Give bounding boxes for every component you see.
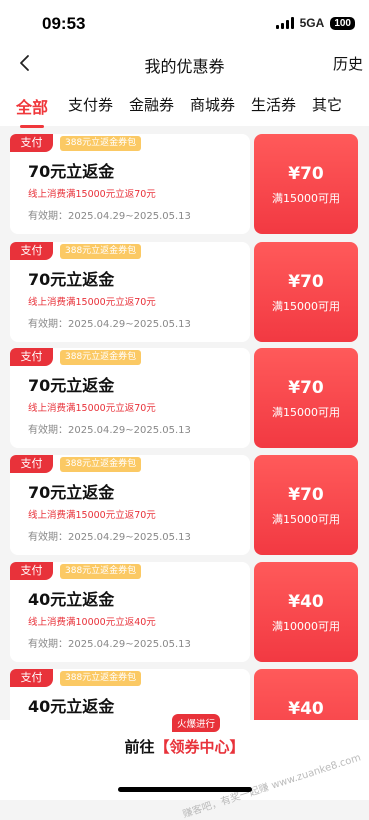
coupon-info: 支付 388元立返金券包 40元立返金 线上消费满10000元立返40元 有效期…: [10, 562, 250, 662]
coupon-amount: ¥70: [288, 272, 324, 292]
battery-icon: 100: [330, 16, 355, 30]
coupon-amount: ¥70: [288, 378, 324, 398]
coupon-value-panel[interactable]: ¥70 满15000可用: [254, 242, 358, 342]
home-indicator: [118, 787, 252, 792]
coupon-type-tag: 支付: [10, 669, 53, 687]
coupon-pack-tag: 388元立返金券包: [60, 457, 142, 472]
coupon-rule: 线上消费满10000元立返40元: [28, 617, 156, 628]
coupon-amount: ¥70: [288, 164, 324, 184]
coupon-rule: 线上消费满15000元立返70元: [28, 189, 156, 200]
hot-badge: 火爆进行: [172, 714, 221, 732]
coupon-condition: 满15000可用: [272, 406, 340, 419]
coupon-pack-tag: 388元立返金券包: [60, 136, 142, 151]
coupon-card[interactable]: 支付 388元立返金券包 70元立返金 线上消费满15000元立返70元 有效期…: [10, 242, 358, 342]
coupon-type-tag: 支付: [10, 242, 53, 260]
coupon-rule: 线上消费满15000元立返70元: [28, 403, 156, 414]
coupon-title: 70元立返金: [28, 270, 115, 289]
coupon-title: 70元立返金: [28, 483, 115, 502]
coupon-amount: ¥70: [288, 485, 324, 505]
coupon-pack-tag: 388元立返金券包: [60, 564, 142, 579]
tab-other[interactable]: 其它: [312, 84, 342, 115]
coupon-condition: 满15000可用: [272, 513, 340, 526]
coupon-info: 支付 388元立返金券包 70元立返金 线上消费满15000元立返70元 有效期…: [10, 242, 250, 342]
coupon-expiry: 有效期：2025.04.29~2025.05.13: [28, 425, 191, 436]
coupon-pack-tag: 388元立返金券包: [60, 244, 142, 259]
coupon-type-tag: 支付: [10, 455, 53, 473]
coupon-card[interactable]: 支付 388元立返金券包 70元立返金 线上消费满15000元立返70元 有效期…: [10, 348, 358, 448]
coupon-condition: 满10000可用: [272, 620, 340, 633]
coupon-info: 支付 388元立返金券包 70元立返金 线上消费满15000元立返70元 有效期…: [10, 348, 250, 448]
coupon-expiry: 有效期：2025.04.29~2025.05.13: [28, 319, 191, 330]
coupon-card[interactable]: 支付 388元立返金券包 40元立返金 线上消费满10000元立返40元 有效期…: [10, 562, 358, 662]
status-bar: 09:53 5GA 100: [0, 0, 369, 44]
coupon-info: 支付 388元立返金券包 70元立返金 线上消费满15000元立返70元 有效期…: [10, 455, 250, 555]
coupon-value-panel[interactable]: ¥70 满15000可用: [254, 455, 358, 555]
coupon-center-link[interactable]: 前往【领券中心】: [0, 736, 369, 757]
coupon-title: 70元立返金: [28, 162, 115, 181]
signal-icon: [275, 17, 294, 29]
network-type: 5GA: [299, 16, 325, 30]
cta-highlight: 【领券中心】: [154, 738, 245, 756]
coupon-title: 40元立返金: [28, 590, 115, 609]
coupon-expiry: 有效期：2025.04.29~2025.05.13: [28, 211, 191, 222]
coupon-expiry: 有效期：2025.04.29~2025.05.13: [28, 532, 191, 543]
coupon-pack-tag: 388元立返金券包: [60, 671, 142, 686]
tab-finance[interactable]: 金融券: [129, 84, 174, 115]
history-button[interactable]: 历史: [333, 53, 363, 74]
tab-payment[interactable]: 支付券: [68, 84, 113, 115]
cta-prefix: 前往: [124, 738, 155, 756]
tab-mall[interactable]: 商城券: [190, 84, 235, 115]
nav-bar: 我的优惠券 历史: [0, 44, 369, 84]
coupon-type-tag: 支付: [10, 562, 53, 580]
page-title: 我的优惠券: [144, 57, 225, 76]
coupon-title: 70元立返金: [28, 376, 115, 395]
status-icons: 5GA 100: [275, 16, 355, 30]
coupon-expiry: 有效期：2025.04.29~2025.05.13: [28, 639, 191, 650]
status-time: 09:53: [42, 14, 86, 33]
tab-life[interactable]: 生活券: [251, 84, 296, 115]
coupon-type-tag: 支付: [10, 348, 53, 366]
coupon-rule: 线上消费满15000元立返70元: [28, 510, 156, 521]
coupon-card[interactable]: 支付 388元立返金券包 70元立返金 线上消费满15000元立返70元 有效期…: [10, 455, 358, 555]
coupon-amount: ¥40: [288, 699, 324, 719]
coupon-amount: ¥40: [288, 592, 324, 612]
coupon-condition: 满15000可用: [272, 300, 340, 313]
coupon-value-panel[interactable]: ¥40 满10000可用: [254, 562, 358, 662]
coupon-type-tag: 支付: [10, 134, 53, 152]
tab-all[interactable]: 全部: [16, 84, 48, 128]
coupon-info: 支付 388元立返金券包 70元立返金 线上消费满15000元立返70元 有效期…: [10, 134, 250, 234]
coupon-category-tabs: 全部 支付券 金融券 商城券 生活券 其它: [0, 84, 369, 128]
bottom-bar: 火爆进行 前往【领券中心】 赚客吧，有奖一起赚 www.zuanke8.com: [0, 714, 369, 820]
coupon-title: 40元立返金: [28, 697, 115, 716]
coupon-value-panel[interactable]: ¥70 满15000可用: [254, 134, 358, 234]
coupon-value-panel[interactable]: ¥70 满15000可用: [254, 348, 358, 448]
watermark: 赚客吧，有奖一起赚 www.zuanke8.com: [181, 752, 363, 820]
coupon-condition: 满15000可用: [272, 192, 340, 205]
coupon-rule: 线上消费满15000元立返70元: [28, 297, 156, 308]
coupon-pack-tag: 388元立返金券包: [60, 350, 142, 365]
coupon-card[interactable]: 支付 388元立返金券包 70元立返金 线上消费满15000元立返70元 有效期…: [10, 134, 358, 234]
